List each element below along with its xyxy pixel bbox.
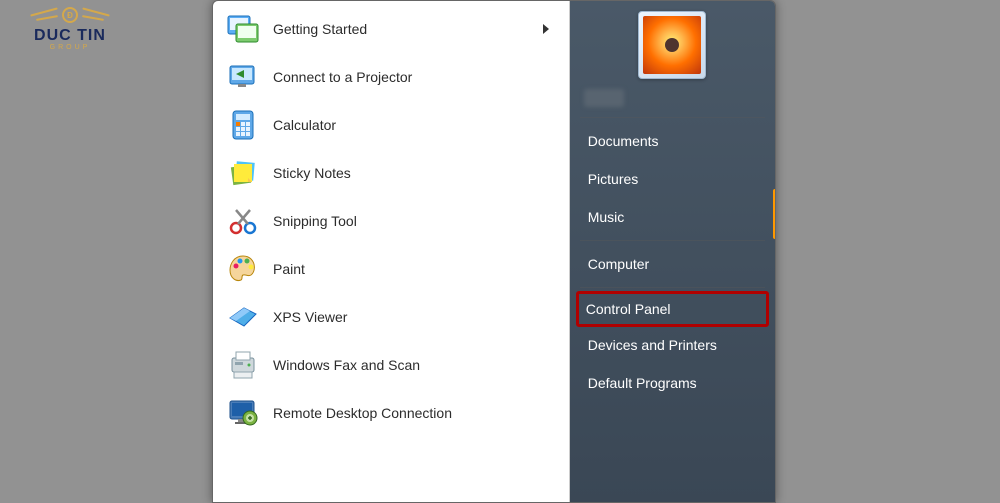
side-item-documents[interactable]: Documents (578, 123, 767, 159)
side-item-label: Devices and Printers (588, 337, 717, 353)
submenu-arrow-icon (543, 24, 549, 34)
remote-desktop-icon (225, 395, 261, 431)
user-picture-flower-icon (643, 16, 701, 74)
program-snipping-tool[interactable]: Snipping Tool (217, 197, 565, 245)
program-label: Getting Started (273, 21, 543, 37)
logo-wings-icon: Đ (20, 5, 120, 25)
logo-brand-text: DUC TIN (20, 27, 120, 45)
program-label: Sticky Notes (273, 165, 557, 181)
side-item-label: Music (588, 209, 625, 225)
logo-subtitle: GROUP (20, 44, 120, 51)
program-remote-desktop[interactable]: Remote Desktop Connection (217, 389, 565, 437)
side-item-label: Default Programs (588, 375, 697, 391)
divider (580, 240, 765, 241)
start-menu-side-panel: Documents Pictures Music Computer Contro… (570, 1, 775, 502)
side-item-default-programs[interactable]: Default Programs (578, 365, 767, 401)
start-menu-programs-panel: Getting Started Connect to a Projector (213, 1, 570, 502)
program-sticky-notes[interactable]: Sticky Notes (217, 149, 565, 197)
side-item-pictures[interactable]: Pictures (578, 161, 767, 197)
program-label: Paint (273, 261, 557, 277)
program-label: Snipping Tool (273, 213, 557, 229)
program-connect-projector[interactable]: Connect to a Projector (217, 53, 565, 101)
side-item-label: Documents (588, 133, 659, 149)
getting-started-icon (225, 11, 261, 47)
fax-scan-icon (225, 347, 261, 383)
program-xps-viewer[interactable]: XPS Viewer (217, 293, 565, 341)
user-picture-frame[interactable] (638, 11, 706, 79)
side-item-label: Control Panel (586, 301, 671, 317)
program-paint[interactable]: Paint (217, 245, 565, 293)
sticky-notes-icon (225, 155, 261, 191)
divider (580, 117, 765, 118)
username-blurred (584, 89, 624, 107)
snipping-tool-icon (225, 203, 261, 239)
program-label: Calculator (273, 117, 557, 133)
edge-accent (773, 189, 776, 239)
program-getting-started[interactable]: Getting Started (217, 5, 565, 53)
divider (580, 287, 765, 288)
program-label: Connect to a Projector (273, 69, 557, 85)
side-item-control-panel[interactable]: Control Panel (576, 291, 769, 327)
program-label: Windows Fax and Scan (273, 357, 557, 373)
paint-icon (225, 251, 261, 287)
program-calculator[interactable]: Calculator (217, 101, 565, 149)
watermark-logo: Đ DUC TIN GROUP (20, 5, 120, 51)
calculator-icon (225, 107, 261, 143)
program-fax-scan[interactable]: Windows Fax and Scan (217, 341, 565, 389)
side-item-label: Pictures (588, 171, 639, 187)
side-item-label: Computer (588, 256, 649, 272)
side-item-devices-printers[interactable]: Devices and Printers (578, 327, 767, 363)
program-label: Remote Desktop Connection (273, 405, 557, 421)
side-item-music[interactable]: Music (578, 199, 767, 235)
program-label: XPS Viewer (273, 309, 557, 325)
projector-icon (225, 59, 261, 95)
start-menu: Getting Started Connect to a Projector (212, 0, 776, 503)
side-item-computer[interactable]: Computer (578, 246, 767, 282)
xps-viewer-icon (225, 299, 261, 335)
